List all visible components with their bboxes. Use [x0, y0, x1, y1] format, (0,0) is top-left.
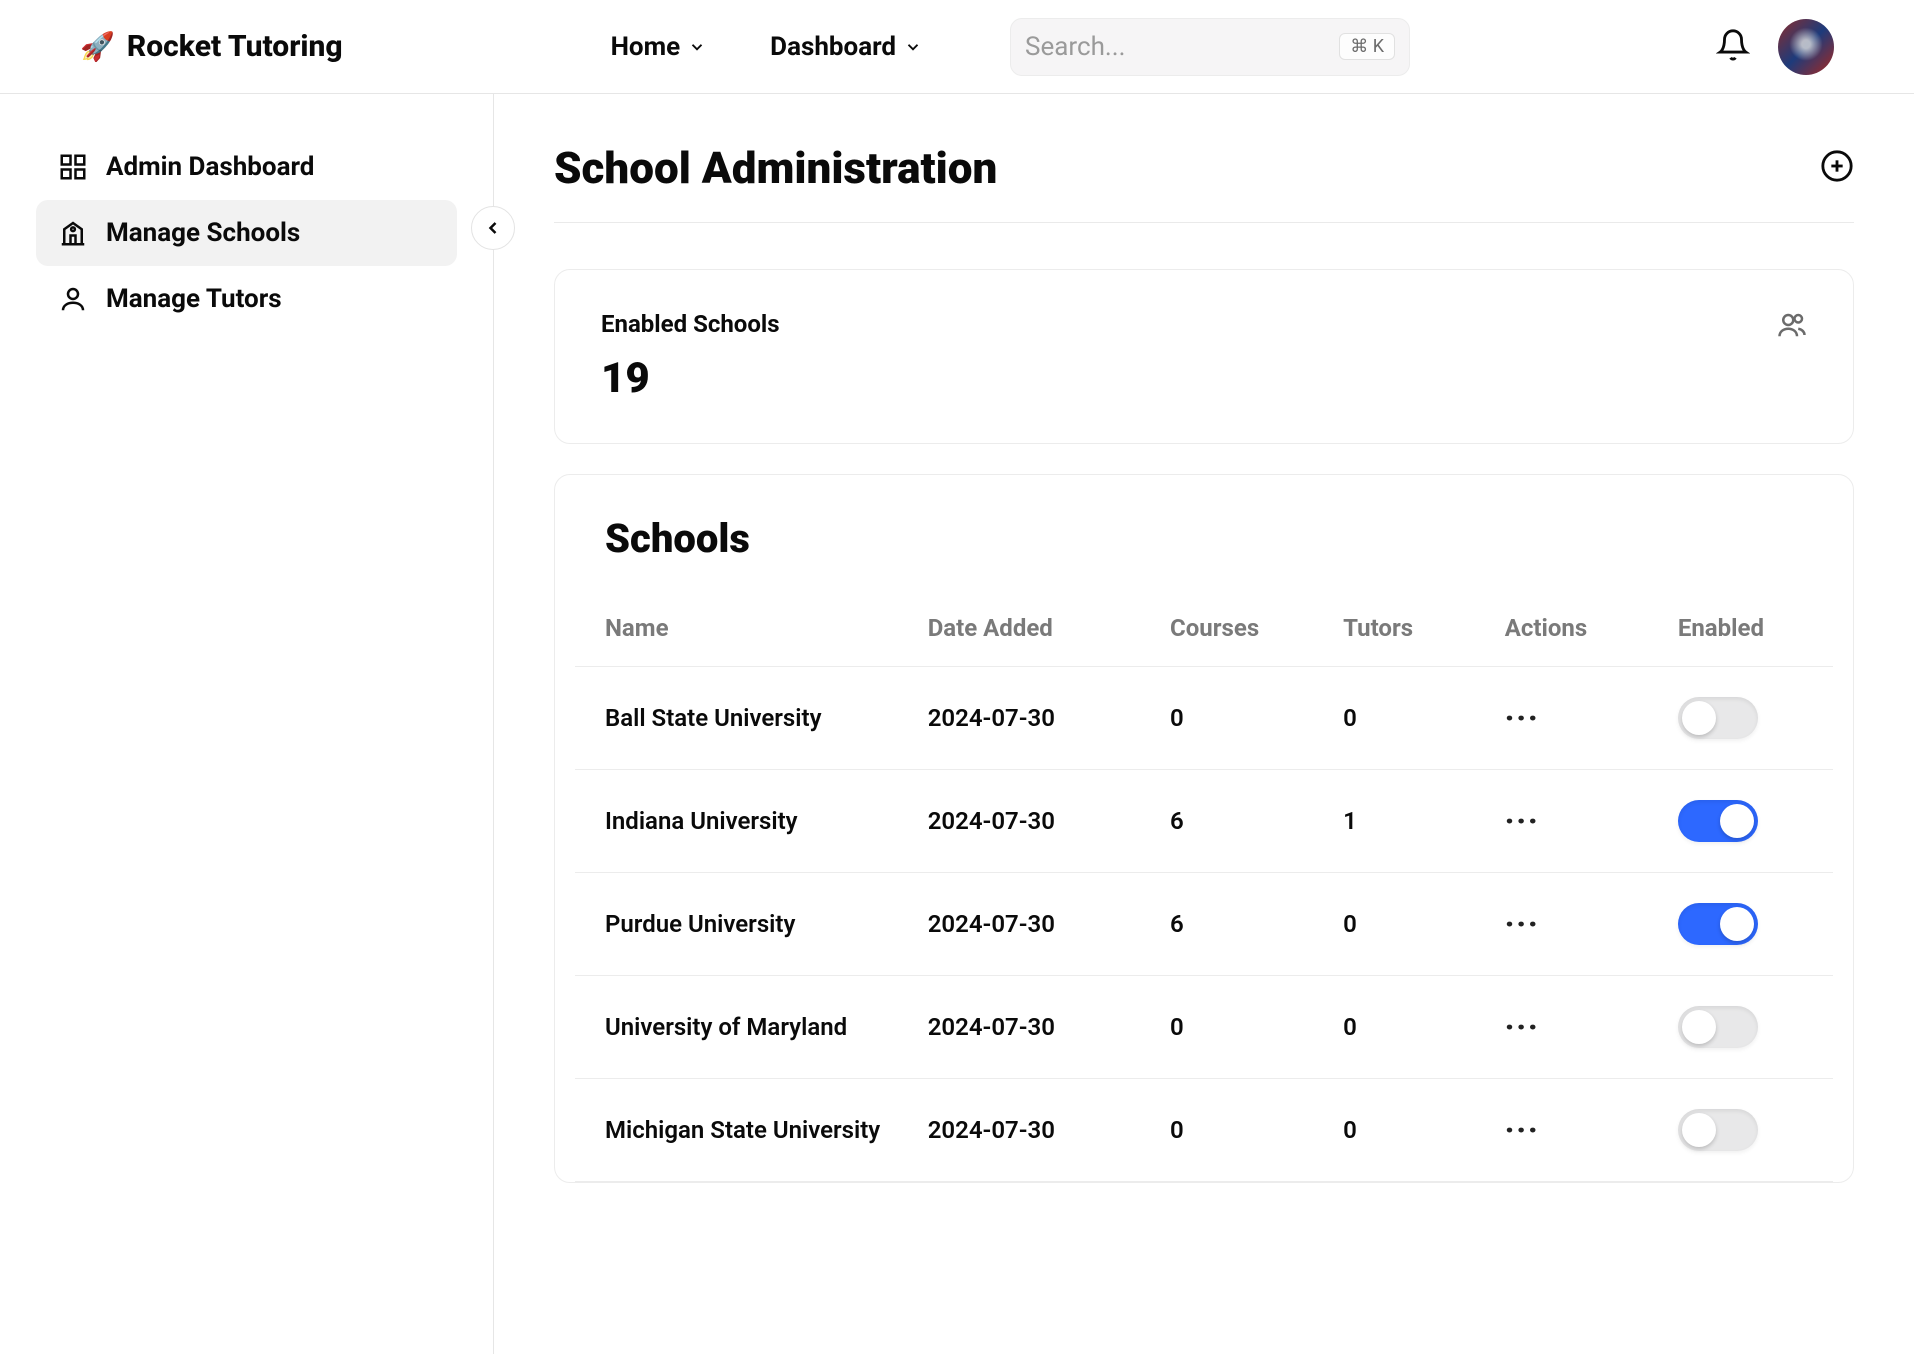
row-actions-button[interactable]: ··· [1505, 701, 1540, 736]
cell-name: Ball State University [575, 667, 910, 770]
table-row: Purdue University2024-07-3060 ··· [575, 873, 1833, 976]
top-header: 🚀 Rocket Tutoring Home Dashboard Search.… [0, 0, 1914, 94]
schools-table-card: Schools Name Date Added Courses Tutors A… [554, 474, 1854, 1183]
dashboard-icon [58, 152, 88, 182]
col-actions: Actions [1487, 590, 1660, 667]
enabled-toggle[interactable] [1678, 1006, 1758, 1048]
sidebar-item-manage-schools[interactable]: Manage Schools [36, 200, 457, 266]
col-tutors: Tutors [1325, 590, 1487, 667]
nav-home[interactable]: Home [611, 32, 707, 62]
enabled-toggle[interactable] [1678, 697, 1758, 739]
rocket-icon: 🚀 [80, 30, 115, 63]
table-title: Schools [575, 515, 1833, 562]
cell-courses: 0 [1152, 667, 1325, 770]
nav-home-label: Home [611, 32, 681, 62]
col-date: Date Added [910, 590, 1152, 667]
row-actions-button[interactable]: ··· [1505, 907, 1540, 942]
cell-actions: ··· [1487, 770, 1660, 873]
table-row: Indiana University2024-07-3061 ··· [575, 770, 1833, 873]
cell-actions: ··· [1487, 873, 1660, 976]
cell-enabled [1660, 667, 1833, 770]
cell-name: Indiana University [575, 770, 910, 873]
cell-date: 2024-07-30 [910, 1079, 1152, 1182]
cell-date: 2024-07-30 [910, 667, 1152, 770]
cell-name: Purdue University [575, 873, 910, 976]
table-row: Ball State University2024-07-3000··· [575, 667, 1833, 770]
add-button[interactable] [1820, 149, 1854, 187]
cell-date: 2024-07-30 [910, 873, 1152, 976]
page-header: School Administration [554, 142, 1854, 223]
chevron-left-icon [483, 218, 503, 238]
cell-enabled [1660, 770, 1833, 873]
chevron-down-icon [688, 38, 706, 56]
bell-icon [1716, 28, 1750, 62]
cell-courses: 0 [1152, 1079, 1325, 1182]
plus-circle-icon [1820, 149, 1854, 183]
sidebar-item-label: Manage Tutors [106, 284, 282, 314]
stat-card-enabled-schools: Enabled Schools 19 [554, 269, 1854, 444]
cell-tutors: 0 [1325, 976, 1487, 1079]
search-input[interactable]: Search... ⌘ K [1010, 18, 1410, 76]
search-placeholder: Search... [1025, 32, 1339, 62]
cell-courses: 6 [1152, 770, 1325, 873]
enabled-toggle[interactable] [1678, 1109, 1758, 1151]
notifications-button[interactable] [1716, 28, 1750, 66]
cell-date: 2024-07-30 [910, 976, 1152, 1079]
school-icon [58, 218, 88, 248]
col-name: Name [575, 590, 910, 667]
cell-actions: ··· [1487, 976, 1660, 1079]
cell-enabled [1660, 976, 1833, 1079]
sidebar-item-admin-dashboard[interactable]: Admin Dashboard [36, 134, 457, 200]
brand-logo[interactable]: 🚀 Rocket Tutoring [80, 29, 343, 64]
page-title: School Administration [554, 142, 997, 194]
sidebar: Admin Dashboard Manage Schools Manage Tu… [0, 94, 494, 1354]
stat-value: 19 [601, 354, 780, 403]
cell-name: University of Maryland [575, 976, 910, 1079]
cell-tutors: 0 [1325, 1079, 1487, 1182]
avatar[interactable] [1778, 19, 1834, 75]
search-shortcut: ⌘ K [1339, 33, 1395, 60]
stat-label: Enabled Schools [601, 310, 780, 338]
person-icon [58, 284, 88, 314]
cell-enabled [1660, 1079, 1833, 1182]
table-row: Michigan State University2024-07-3000··· [575, 1079, 1833, 1182]
sidebar-item-manage-tutors[interactable]: Manage Tutors [36, 266, 457, 332]
sidebar-collapse-button[interactable] [471, 206, 515, 250]
sidebar-item-label: Admin Dashboard [106, 152, 314, 182]
table-row: University of Maryland2024-07-3000··· [575, 976, 1833, 1079]
cell-name: Michigan State University [575, 1079, 910, 1182]
cell-tutors: 0 [1325, 667, 1487, 770]
sidebar-item-label: Manage Schools [106, 218, 300, 248]
top-nav: Home Dashboard [611, 32, 922, 62]
cell-actions: ··· [1487, 1079, 1660, 1182]
enabled-toggle[interactable] [1678, 903, 1758, 945]
cell-date: 2024-07-30 [910, 770, 1152, 873]
row-actions-button[interactable]: ··· [1505, 1113, 1540, 1148]
enabled-toggle[interactable] [1678, 800, 1758, 842]
nav-dashboard[interactable]: Dashboard [770, 32, 922, 62]
cell-tutors: 1 [1325, 770, 1487, 873]
cell-tutors: 0 [1325, 873, 1487, 976]
row-actions-button[interactable]: ··· [1505, 1010, 1540, 1045]
chevron-down-icon [904, 38, 922, 56]
header-right [1716, 19, 1834, 75]
users-icon [1777, 310, 1807, 344]
cell-courses: 6 [1152, 873, 1325, 976]
col-enabled: Enabled [1660, 590, 1833, 667]
main-content: School Administration Enabled Schools 19… [494, 94, 1914, 1354]
row-actions-button[interactable]: ··· [1505, 804, 1540, 839]
brand-name: Rocket Tutoring [127, 29, 343, 64]
cell-courses: 0 [1152, 976, 1325, 1079]
col-courses: Courses [1152, 590, 1325, 667]
nav-dashboard-label: Dashboard [770, 32, 896, 62]
cell-enabled [1660, 873, 1833, 976]
cell-actions: ··· [1487, 667, 1660, 770]
schools-table: Name Date Added Courses Tutors Actions E… [575, 590, 1833, 1182]
